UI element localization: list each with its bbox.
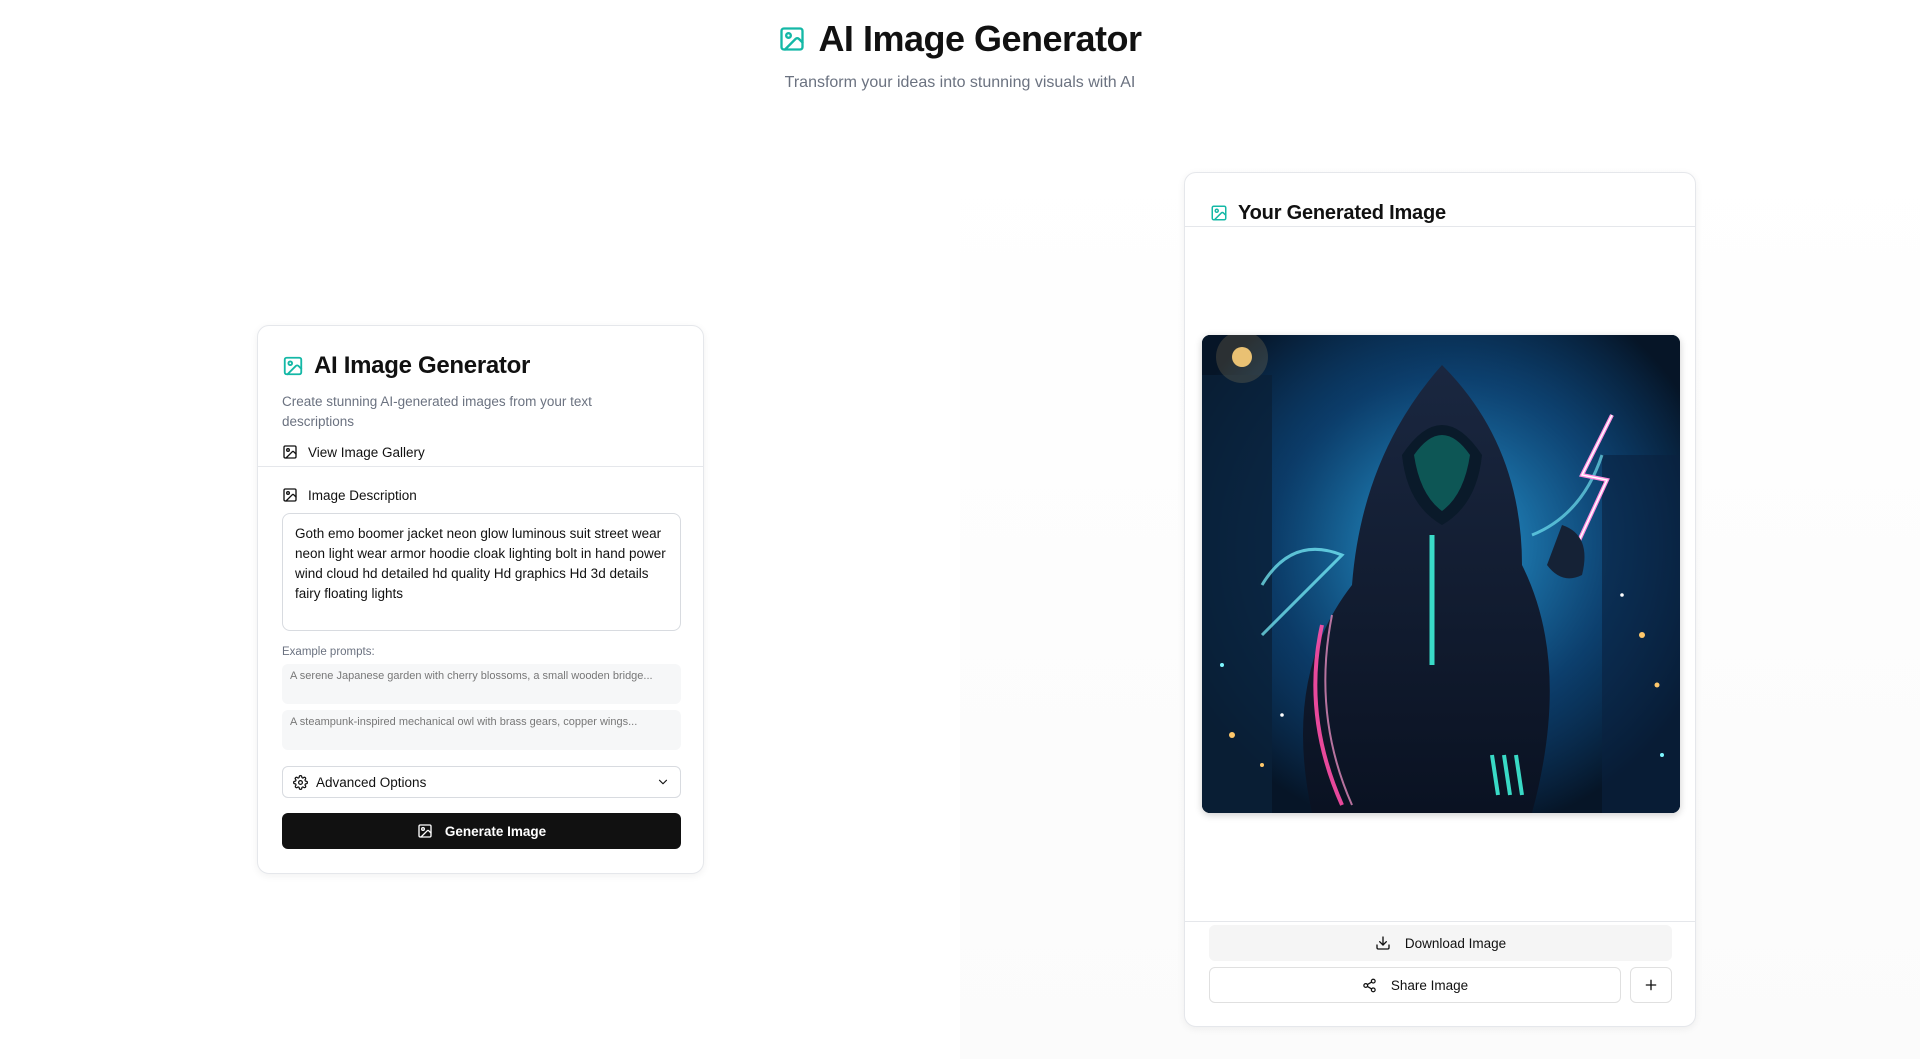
- example-prompt-item[interactable]: A steampunk-inspired mechanical owl with…: [282, 710, 681, 750]
- image-icon: [282, 487, 298, 503]
- result-card-header: Your Generated Image: [1185, 173, 1695, 226]
- advanced-options-label: Advanced Options: [316, 774, 427, 790]
- page-subtitle: Transform your ideas into stunning visua…: [784, 74, 1136, 91]
- download-icon: [1375, 935, 1391, 951]
- download-image-button[interactable]: Download Image: [1209, 925, 1672, 961]
- plus-icon: [1643, 977, 1659, 993]
- image-description-label: Image Description: [282, 487, 679, 503]
- example-prompts-label: Example prompts:: [282, 646, 375, 658]
- view-gallery-label: View Image Gallery: [308, 444, 425, 460]
- gear-icon: [293, 774, 308, 790]
- generator-title: AI Image Generator: [314, 352, 531, 379]
- add-button[interactable]: [1630, 967, 1672, 1003]
- share-image-button[interactable]: Share Image: [1209, 967, 1621, 1003]
- generate-image-label: Generate Image: [444, 823, 547, 839]
- generated-image-artwork: [1202, 335, 1680, 813]
- page-header: AI Image Generator Transform your ideas …: [0, 18, 1920, 92]
- generator-title-row: AI Image Generator: [282, 352, 679, 380]
- generate-image-button[interactable]: Generate Image: [282, 813, 681, 849]
- page: AI Image Generator Transform your ideas …: [0, 0, 1920, 1059]
- result-title: Your Generated Image: [1238, 201, 1446, 224]
- share-image-label: Share Image: [1390, 977, 1469, 993]
- result-card: Your Generated Image Download Image Shar…: [1184, 172, 1696, 1027]
- download-image-label: Download Image: [1404, 935, 1507, 951]
- chevron-down-icon: [656, 775, 670, 789]
- generator-card: AI Image Generator Create stunning AI-ge…: [257, 325, 704, 874]
- image-icon: [778, 25, 806, 53]
- generator-card-body: Image Description Goth emo boomer jacket…: [258, 467, 703, 849]
- card-divider: [1185, 921, 1695, 922]
- example-prompt-item[interactable]: A serene Japanese garden with cherry blo…: [282, 664, 681, 704]
- generator-description: Create stunning AI-generated images from…: [282, 394, 592, 429]
- page-title: AI Image Generator: [818, 18, 1142, 59]
- prompt-textarea[interactable]: Goth emo boomer jacket neon glow luminou…: [282, 513, 681, 631]
- advanced-options-toggle[interactable]: Advanced Options: [282, 766, 681, 798]
- image-description-label-text: Image Description: [308, 487, 417, 503]
- generator-card-header: AI Image Generator Create stunning AI-ge…: [258, 326, 703, 462]
- view-gallery-link[interactable]: View Image Gallery: [282, 442, 679, 462]
- header-title-row: AI Image Generator: [778, 18, 1142, 60]
- image-icon: [282, 355, 304, 377]
- image-icon: [282, 444, 298, 460]
- image-icon: [1210, 204, 1228, 222]
- share-icon: [1362, 978, 1377, 993]
- generated-image: [1202, 335, 1680, 813]
- card-divider: [1185, 226, 1695, 227]
- image-icon: [417, 823, 433, 839]
